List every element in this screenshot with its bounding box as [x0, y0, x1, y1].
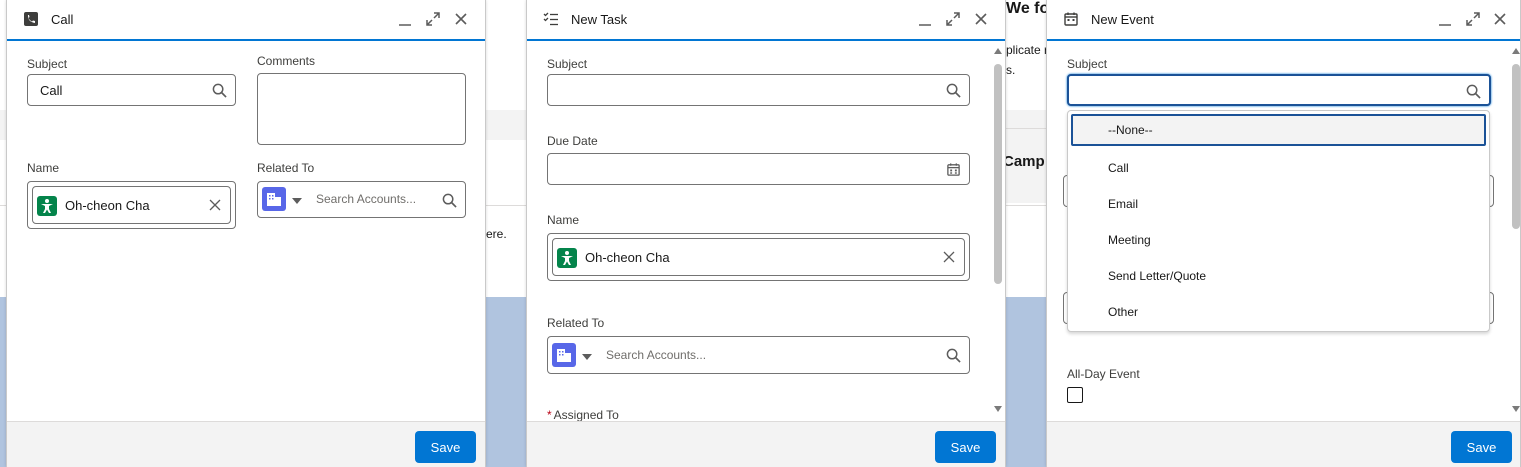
- panel-title: Call: [51, 12, 74, 27]
- remove-icon[interactable]: [208, 198, 222, 212]
- panel-footer: Save: [527, 421, 1005, 467]
- call-panel: Call Subject Call Comments Name Oh-cheon…: [6, 0, 486, 467]
- name-label: Name: [27, 161, 60, 175]
- minimize-icon[interactable]: [1437, 11, 1453, 27]
- save-button[interactable]: Save: [1451, 431, 1512, 463]
- required-mark: *: [547, 408, 552, 421]
- contact-name: Oh-cheon Cha: [65, 198, 150, 213]
- scroll-up-icon[interactable]: [1512, 48, 1520, 54]
- subject-input[interactable]: Call: [27, 74, 236, 106]
- chevron-down-icon[interactable]: [582, 354, 592, 360]
- subject-combobox[interactable]: [1067, 74, 1491, 106]
- contact-pill[interactable]: Oh-cheon Cha: [552, 238, 965, 276]
- all-day-event-checkbox[interactable]: [1067, 387, 1083, 403]
- search-icon: [442, 193, 457, 208]
- option-label: Email: [1108, 197, 1139, 211]
- due-date-label: Due Date: [547, 134, 598, 148]
- save-button[interactable]: Save: [935, 431, 996, 463]
- phone-icon: [24, 12, 38, 26]
- dropdown-option-meeting[interactable]: Meeting: [1071, 224, 1486, 256]
- expand-icon[interactable]: [425, 11, 441, 27]
- minimize-icon[interactable]: [397, 11, 413, 27]
- comments-label: Comments: [257, 54, 316, 68]
- panel-body: Subject Due Date Name Oh-cheon Cha Relat…: [527, 43, 1005, 421]
- assigned-to-text: Assigned To: [553, 408, 619, 421]
- related-placeholder: Search Accounts...: [606, 348, 707, 362]
- search-icon: [1466, 84, 1481, 99]
- related-to-label: Related To: [257, 161, 315, 175]
- due-date-input[interactable]: [547, 153, 970, 185]
- option-label: Meeting: [1108, 233, 1151, 247]
- subject-dropdown: --None-- Call Email Meeting Send Letter/…: [1067, 110, 1490, 332]
- panel-header: Call: [7, 0, 485, 41]
- panel-footer: Save: [7, 421, 485, 467]
- panel-body: Subject Call Comments Name Oh-cheon Cha …: [7, 43, 485, 421]
- related-to-field[interactable]: Search Accounts...: [257, 181, 466, 218]
- dropdown-option-other[interactable]: Other: [1071, 296, 1486, 328]
- search-icon: [946, 348, 961, 363]
- panel-title: New Event: [1091, 12, 1154, 27]
- account-icon[interactable]: [262, 187, 286, 211]
- remove-icon[interactable]: [942, 250, 956, 264]
- option-label: Call: [1108, 161, 1129, 175]
- chevron-down-icon[interactable]: [292, 198, 302, 204]
- related-placeholder: Search Accounts...: [316, 192, 417, 206]
- search-icon: [946, 83, 961, 98]
- option-label: Send Letter/Quote: [1108, 269, 1207, 283]
- scroll-thumb[interactable]: [1512, 64, 1520, 229]
- contact-name: Oh-cheon Cha: [585, 250, 670, 265]
- close-icon[interactable]: [453, 11, 469, 27]
- close-icon[interactable]: [973, 11, 989, 27]
- save-button[interactable]: Save: [415, 431, 476, 463]
- minimize-icon[interactable]: [917, 11, 933, 27]
- related-to-field[interactable]: Search Accounts...: [547, 336, 970, 374]
- background-text: ere.: [486, 227, 507, 241]
- scroll-thumb[interactable]: [994, 64, 1002, 284]
- dropdown-option-call[interactable]: Call: [1071, 152, 1486, 184]
- scrollbar[interactable]: [993, 46, 1002, 416]
- background-text: s.: [1006, 63, 1016, 77]
- dropdown-option-send-letter-quote[interactable]: Send Letter/Quote: [1071, 260, 1486, 292]
- scroll-down-icon[interactable]: [994, 406, 1002, 412]
- panel-title: New Task: [571, 12, 628, 27]
- subject-value: Call: [40, 83, 63, 98]
- subject-label: Subject: [547, 57, 588, 71]
- search-icon: [212, 83, 227, 98]
- panel-footer: Save: [1047, 421, 1520, 467]
- name-field[interactable]: Oh-cheon Cha: [547, 233, 970, 281]
- contact-icon: [557, 248, 577, 268]
- contact-pill[interactable]: Oh-cheon Cha: [32, 186, 231, 224]
- account-icon[interactable]: [552, 343, 576, 367]
- subject-input[interactable]: [547, 74, 970, 106]
- scroll-down-icon[interactable]: [1512, 406, 1520, 412]
- comments-textarea[interactable]: [257, 73, 466, 145]
- subject-label: Subject: [1067, 57, 1108, 71]
- dropdown-option-email[interactable]: Email: [1071, 188, 1486, 220]
- panel-header: New Event: [1047, 0, 1520, 41]
- panel-header: New Task: [527, 0, 1005, 41]
- assigned-to-label: * Assigned To: [547, 408, 619, 421]
- expand-icon[interactable]: [1465, 11, 1481, 27]
- background-heading: Camp: [1003, 153, 1045, 170]
- new-task-panel: New Task Subject Due Date Name Oh-cheon …: [526, 0, 1006, 467]
- name-label: Name: [547, 213, 580, 227]
- close-icon[interactable]: [1492, 11, 1508, 27]
- background-text: plicate r: [1006, 43, 1046, 57]
- scrollbar[interactable]: [1511, 46, 1520, 416]
- scroll-up-icon[interactable]: [994, 48, 1002, 54]
- calendar-icon[interactable]: [946, 162, 961, 177]
- expand-icon[interactable]: [945, 11, 961, 27]
- dropdown-option-none[interactable]: --None--: [1071, 114, 1486, 146]
- all-day-event-label: All-Day Event: [1067, 367, 1140, 381]
- task-list-icon: [543, 12, 558, 26]
- subject-label: Subject: [27, 57, 68, 71]
- calendar-icon: [1064, 12, 1078, 26]
- contact-icon: [37, 196, 57, 216]
- background-heading: We fo: [1006, 0, 1046, 17]
- name-field[interactable]: Oh-cheon Cha: [27, 181, 236, 229]
- option-label: Other: [1108, 305, 1139, 319]
- related-to-label: Related To: [547, 316, 605, 330]
- option-label: --None--: [1108, 123, 1153, 137]
